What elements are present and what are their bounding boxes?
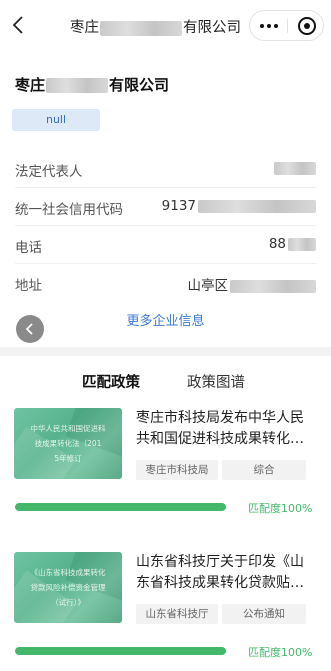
info-label: 地址 [15, 278, 42, 294]
section-divider [0, 347, 331, 356]
company-name: 枣庄 有限公司 [15, 74, 169, 95]
policy-tag: 综合 [222, 460, 306, 480]
policy-thumbnail: 中华人民共和国促进科 技成果转化法（201 5年修订 [14, 408, 122, 479]
nav-bar: 枣庄 有限公司 [0, 0, 331, 52]
match-progress-fill [15, 503, 226, 511]
back-icon[interactable] [8, 14, 30, 36]
nav-title-prefix: 枣庄 [70, 20, 99, 36]
policy-tags: 枣庄市科技局 综合 [136, 458, 310, 480]
info-value: 山亭区 [188, 274, 316, 294]
nav-title-suffix: 有限公司 [183, 20, 241, 36]
thumbnail-text: 《山东省科技成果转化 [30, 568, 106, 577]
thumbnail-text: 贷款风险补偿资金管理 [30, 583, 106, 592]
collapse-button[interactable] [16, 315, 44, 343]
more-company-info-link[interactable]: 更多企业信息 [0, 310, 331, 329]
thumbnail-text: 5年修订 [54, 454, 82, 463]
company-type-tag: null [12, 109, 100, 131]
match-progress-bar [15, 503, 226, 511]
info-value [272, 160, 316, 176]
company-name-suffix: 有限公司 [109, 76, 170, 94]
match-progress-bar [15, 647, 226, 655]
info-row-credit-code: 统一社会信用代码 9137 [15, 188, 316, 226]
info-row-phone: 电话 88 [15, 226, 316, 264]
company-name-prefix: 枣庄 [15, 76, 46, 94]
thumbnail-text: （试行）》 [51, 598, 85, 607]
policy-tags: 山东省科技厅 公布通知 [136, 602, 310, 624]
match-progress-fill [15, 647, 226, 655]
policy-title[interactable]: 枣庄市科技局发布中华人民共和国促进科技成果转化… [136, 408, 316, 450]
tab-matched-policies[interactable]: 匹配政策 [82, 371, 140, 392]
capsule-divider [287, 19, 288, 33]
chevron-left-icon [25, 323, 33, 335]
close-miniprogram-icon[interactable] [298, 17, 316, 35]
redacted-text [230, 279, 316, 293]
tab-policy-graph[interactable]: 政策图谱 [187, 371, 245, 392]
info-label: 法定代表人 [15, 164, 83, 180]
policy-thumbnail: 《山东省科技成果转化 贷款风险补偿资金管理 （试行）》 [14, 552, 122, 623]
redacted-text [288, 237, 316, 251]
match-score: 匹配度100% [248, 646, 313, 659]
info-row-legal-rep: 法定代表人 [15, 150, 316, 188]
miniprogram-capsule [249, 10, 324, 41]
nav-title: 枣庄 有限公司 [70, 16, 241, 37]
thumbnail-text: 技成果转化法（201 [34, 439, 102, 448]
policy-tag: 公布通知 [222, 604, 306, 624]
info-label: 统一社会信用代码 [15, 202, 123, 218]
policy-title[interactable]: 山东省科技厅关于印发《山东省科技成果转化贷款贴… [136, 552, 316, 594]
redacted-text [274, 161, 316, 175]
match-score: 匹配度100% [248, 502, 313, 515]
redacted-text [100, 20, 182, 36]
info-value[interactable]: 88 [269, 236, 316, 252]
policy-tag: 山东省科技厅 [136, 604, 218, 624]
policy-tag: 枣庄市科技局 [136, 460, 218, 480]
redacted-text [46, 78, 109, 93]
info-label: 电话 [15, 240, 42, 256]
info-row-address: 地址 山亭区 [15, 264, 316, 302]
thumbnail-text: 中华人民共和国促进科 [30, 424, 106, 433]
more-icon[interactable] [260, 24, 278, 28]
redacted-text [198, 199, 316, 213]
info-value: 9137 [162, 198, 316, 214]
